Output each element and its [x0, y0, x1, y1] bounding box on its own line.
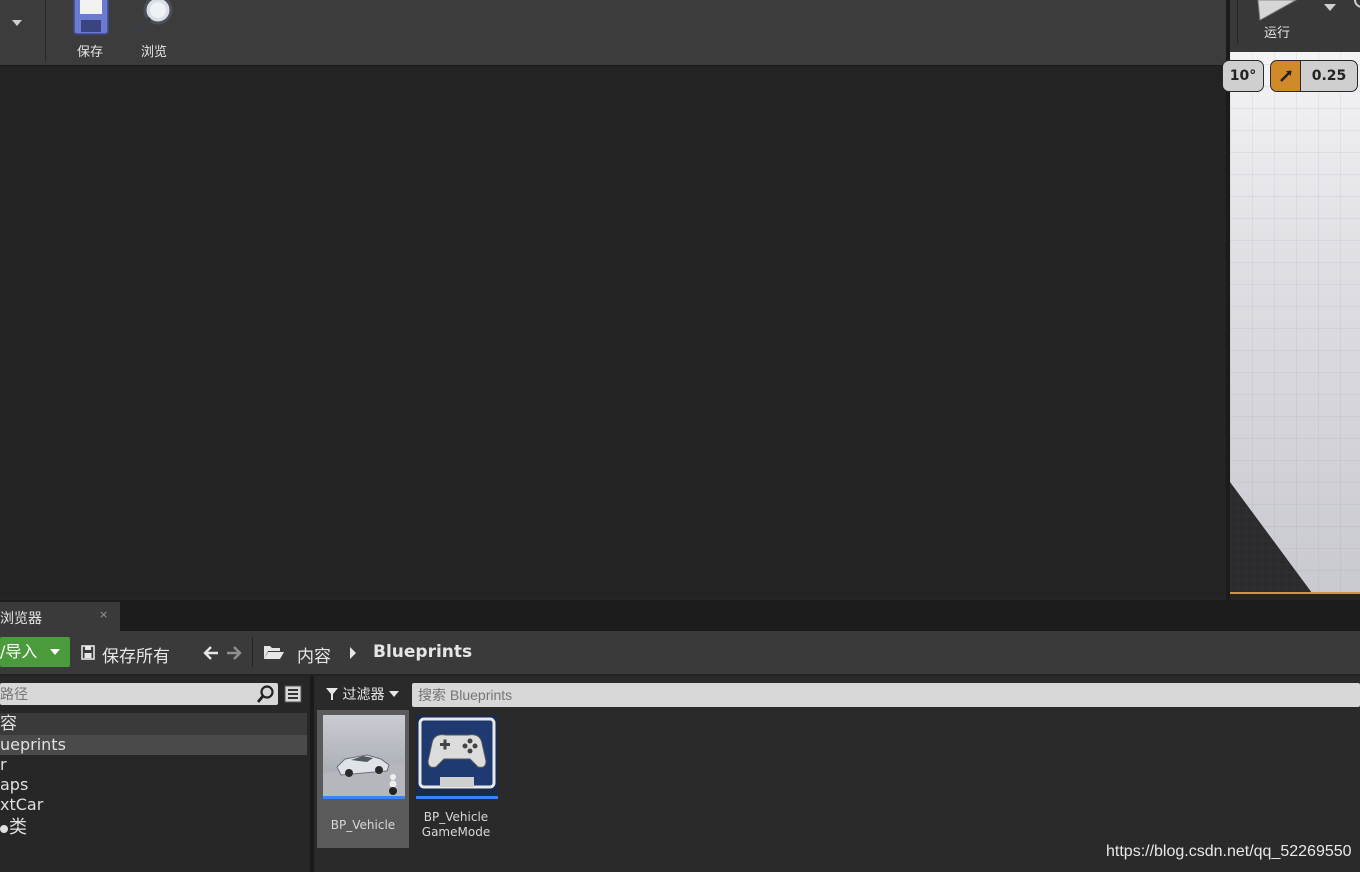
toolbar-divider [45, 0, 46, 62]
scale-snap-value[interactable]: 0.25 [1300, 60, 1358, 92]
main-toolbar: 保存 浏览 [0, 0, 1226, 66]
save-all-icon [81, 645, 95, 660]
toolbar-divider [1237, 0, 1238, 44]
filter-button[interactable]: 过滤器 [326, 684, 399, 704]
browse-label: 浏览 [140, 45, 167, 60]
floor-shadow-shape [1230, 482, 1312, 593]
import-label: /导入 [0, 642, 38, 661]
tree-item-nextcar[interactable]: xtCar [0, 795, 307, 815]
viewport-snap-bar: 10° 0.25 [1222, 58, 1360, 94]
save-icon [73, 0, 109, 35]
settings-icon[interactable] [1352, 0, 1360, 10]
angle-snap-text: 10° [1229, 68, 1257, 84]
tree-item-cpp-classes-label: 类 [9, 817, 27, 838]
save-label: 保存 [76, 45, 103, 60]
asset-type-bar [416, 796, 498, 799]
chevron-down-icon[interactable] [1324, 4, 1336, 12]
tree-item-cpp-classes[interactable]: 类 [0, 818, 307, 838]
dock-tab-bar [0, 600, 1360, 631]
viewport-border [1230, 592, 1360, 594]
search-icon[interactable] [257, 685, 275, 703]
close-icon[interactable]: × [99, 608, 108, 621]
chevron-down-icon [50, 649, 60, 655]
play-icon[interactable] [1252, 0, 1302, 22]
arrow-right-icon[interactable] [226, 645, 242, 661]
level-viewport[interactable] [1230, 52, 1360, 593]
save-all-button[interactable]: 保存所有 [102, 642, 170, 667]
asset-name-line2: GameMode [421, 825, 491, 839]
scale-snap-toggle[interactable] [1270, 60, 1302, 92]
path-search-input[interactable] [0, 683, 250, 705]
browse-button[interactable]: 浏览 [124, 0, 184, 62]
path-search-field[interactable] [0, 683, 278, 705]
gamemode-thumbnail [416, 715, 498, 797]
chevron-down-icon [388, 691, 399, 697]
magnifier-icon [133, 0, 173, 35]
asset-tile-bp-vehicle-gamemode[interactable]: BP_Vehicle GameMode [410, 710, 502, 848]
filter-icon [326, 688, 338, 700]
vehicle-thumbnail [323, 715, 405, 797]
asset-name: BP_Vehicle [330, 818, 396, 832]
arrow-left-icon[interactable] [203, 645, 219, 661]
scale-icon [1280, 70, 1292, 82]
breadcrumb-content[interactable]: 内容 [297, 642, 331, 667]
angle-snap-value[interactable]: 10° [1222, 60, 1264, 92]
car-icon [323, 754, 405, 797]
chevron-right-icon[interactable] [349, 647, 357, 659]
scale-snap-text: 0.25 [1311, 68, 1347, 84]
tree-item-content[interactable]: 容 [0, 713, 307, 735]
tree-item-car[interactable]: r [0, 755, 307, 775]
play-toolbar [1230, 0, 1360, 52]
asset-search-input[interactable] [412, 683, 1024, 707]
asset-tile-bp-vehicle[interactable]: BP_Vehicle [317, 710, 409, 848]
tree-item-maps[interactable]: aps [0, 775, 307, 795]
cpp-classes-icon [0, 825, 8, 833]
editor-graph-area[interactable] [0, 66, 1226, 596]
tab-title: 浏览器 [0, 611, 42, 627]
import-button[interactable]: /导入 [0, 637, 70, 667]
folder-open-icon[interactable] [263, 643, 285, 661]
watermark-text: https://blog.csdn.net/qq_52269550 [1106, 843, 1352, 860]
filter-label: 过滤器 [342, 687, 385, 703]
content-browser-toolbar: /导入 保存所有 内容 Blueprints [0, 631, 1360, 675]
view-options-icon[interactable] [284, 685, 302, 703]
run-label: 运行 [1264, 26, 1291, 41]
asset-type-bar [323, 796, 405, 799]
asset-search-field[interactable] [412, 683, 1360, 707]
breadcrumb-blueprints[interactable]: Blueprints [373, 642, 472, 662]
tree-item-blueprints[interactable]: ueprints [0, 735, 307, 755]
toolbar-divider [252, 637, 253, 667]
asset-name-line1: BP_Vehicle [423, 810, 489, 824]
save-button[interactable]: 保存 [60, 0, 120, 62]
gamepad-icon [418, 717, 496, 789]
content-browser-tab[interactable]: 浏览器 × [0, 602, 120, 631]
chevron-down-icon[interactable] [12, 20, 22, 26]
path-tree-panel: 容 ueprints r aps xtCar 类 [0, 676, 310, 872]
